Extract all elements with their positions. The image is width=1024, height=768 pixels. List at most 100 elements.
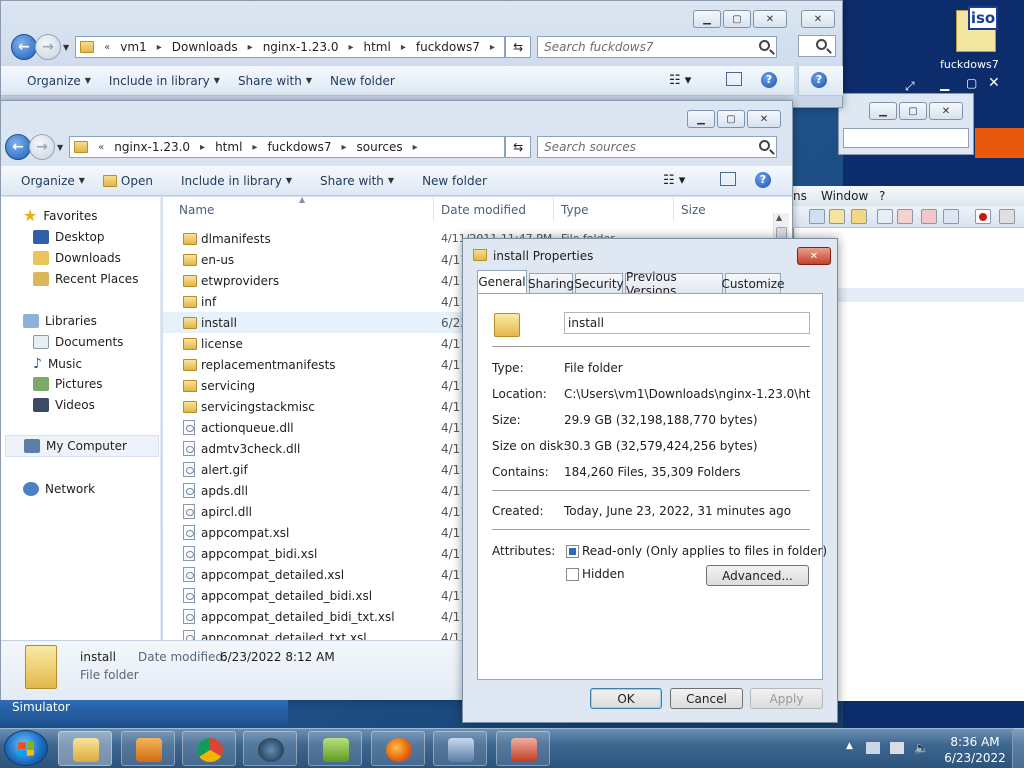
advanced-button[interactable]: Advanced... (706, 565, 809, 586)
preview-pane-icon[interactable] (726, 72, 742, 86)
refresh-icon[interactable]: ⇆ (505, 136, 532, 158)
back-arrow-icon[interactable]: ← (11, 34, 37, 60)
organize-button[interactable]: Organize ▼ (27, 74, 91, 88)
breadcrumb-item[interactable]: Downloads (172, 40, 238, 54)
taskbar-chrome[interactable] (182, 731, 236, 766)
overflow-chevron-icon[interactable]: « (104, 42, 110, 53)
help-icon[interactable]: ? (811, 72, 827, 88)
taskbar-firefox[interactable] (371, 731, 425, 766)
cancel-button[interactable]: Cancel (670, 688, 743, 709)
iso-file-icon[interactable]: iso (948, 6, 1000, 54)
tool-icon[interactable] (851, 209, 867, 224)
close-icon[interactable]: ✕ (797, 247, 831, 265)
nav-documents[interactable]: Documents (33, 335, 123, 349)
address-bar[interactable]: « vm1 ▸ Downloads ▸ nginx-1.23.0 ▸ html ▸ fu… (75, 36, 506, 58)
tab-sharing[interactable]: Sharing (528, 273, 574, 293)
forward-arrow-icon[interactable]: → (35, 34, 61, 60)
taskbar-media-player[interactable] (121, 731, 175, 766)
properties-dialog[interactable]: install Properties ✕ General Sharing Sec… (462, 238, 838, 723)
minimize-icon[interactable]: ▁ (940, 77, 949, 91)
stop-icon[interactable] (999, 209, 1015, 224)
close-icon[interactable]: ✕ (929, 102, 963, 120)
minimize-icon[interactable]: ▁ (687, 110, 715, 128)
maximize-icon[interactable]: ▢ (966, 76, 977, 90)
column-name[interactable]: Name (179, 203, 214, 217)
tool-icon[interactable] (809, 209, 825, 224)
close-icon[interactable]: ✕ (753, 10, 787, 28)
organize-button[interactable]: Organize ▼ (21, 174, 85, 188)
column-divider[interactable] (673, 197, 674, 221)
breadcrumb-item[interactable]: nginx-1.23.0 (114, 140, 190, 154)
show-desktop-button[interactable] (1012, 728, 1024, 768)
search-input[interactable]: Search fuckdows7 (537, 36, 778, 58)
close-icon[interactable]: ✕ (747, 110, 781, 128)
help-icon[interactable]: ? (761, 72, 777, 88)
breadcrumb-item[interactable]: fuckdows7 (267, 140, 331, 154)
breadcrumb-item[interactable]: fuckdows7 (416, 40, 480, 54)
view-options-icon[interactable]: ☷ ▾ (669, 73, 691, 88)
scroll-up-arrow-icon[interactable]: ▲ (776, 213, 782, 222)
open-button[interactable]: Open (102, 174, 153, 188)
taskbar-install-tool[interactable] (496, 731, 550, 766)
history-dropdown-icon[interactable]: ▼ (63, 43, 69, 52)
close-icon[interactable]: ✕ (988, 75, 1000, 91)
readonly-checkbox[interactable] (566, 545, 579, 558)
column-size[interactable]: Size (681, 203, 706, 217)
nav-favorites[interactable]: ★ Favorites (23, 208, 98, 224)
search-input[interactable] (798, 35, 836, 57)
share-with-button[interactable]: Share with ▼ (238, 74, 312, 88)
nav-recent-places[interactable]: Recent Places (33, 272, 138, 286)
maximize-icon[interactable]: ▢ (899, 102, 927, 120)
overflow-chevron-icon[interactable]: « (98, 142, 104, 153)
nav-desktop[interactable]: Desktop (33, 230, 105, 244)
simulator-window-title[interactable]: Simulator (0, 700, 288, 728)
dialog-titlebar[interactable]: install Properties ✕ (463, 239, 837, 269)
background-window[interactable]: ▁ ▢ ✕ (838, 93, 974, 155)
back-arrow-icon[interactable]: ← (5, 134, 31, 160)
nav-videos[interactable]: Videos (33, 398, 95, 412)
minimize-icon[interactable]: ▁ (869, 102, 897, 120)
taskbar-explorer[interactable] (58, 731, 112, 766)
tool-icon[interactable] (921, 209, 937, 224)
preview-pane-icon[interactable] (720, 172, 736, 186)
folder-name-input[interactable]: install (564, 312, 810, 334)
tray-expand-icon[interactable]: ▲ (846, 741, 853, 751)
ok-button[interactable]: OK (590, 688, 662, 709)
nav-my-computer[interactable]: My Computer (5, 435, 159, 457)
new-folder-button[interactable]: New folder (330, 74, 395, 88)
clock[interactable]: 8:36 AM 6/23/2022 (944, 734, 1006, 766)
taskbar-editor[interactable] (308, 731, 362, 766)
tab-customize[interactable]: Customize (722, 273, 785, 293)
address-bar[interactable]: « nginx-1.23.0 ▸ html ▸ fuckdows7 ▸ sources… (69, 136, 506, 158)
tray-action-center-icon[interactable] (890, 742, 904, 754)
new-folder-button[interactable]: New folder (422, 174, 487, 188)
background-window-field[interactable] (843, 128, 969, 148)
breadcrumb-item[interactable]: nginx-1.23.0 (263, 40, 339, 54)
explorer-window-back[interactable]: ▁ ▢ ✕ ✕ ← → ▼ « vm1 ▸ Downloads ▸ nginx-1.… (0, 0, 843, 108)
include-in-library-button[interactable]: Include in library ▼ (109, 74, 220, 88)
search-input[interactable]: Search sources (537, 136, 778, 158)
eye-icon[interactable] (943, 209, 959, 224)
maximize-icon[interactable]: ▢ (717, 110, 745, 128)
tab-previous-versions[interactable]: Previous Versions (625, 270, 723, 298)
maximize-icon[interactable]: ▢ (723, 10, 751, 28)
close-icon[interactable]: ✕ (801, 10, 835, 28)
share-with-button[interactable]: Share with ▼ (320, 174, 394, 188)
record-icon[interactable] (975, 209, 991, 224)
hidden-checkbox[interactable] (566, 568, 579, 581)
breadcrumb-item[interactable]: vm1 (120, 40, 146, 54)
include-in-library-button[interactable]: Include in library ▼ (181, 174, 292, 188)
view-options-icon[interactable]: ☷ ▾ (663, 173, 685, 188)
refresh-icon[interactable]: ⇆ (505, 36, 532, 58)
tab-security[interactable]: Security (574, 273, 624, 293)
menu-window[interactable]: Window (821, 189, 868, 203)
tool-icon[interactable] (897, 209, 913, 224)
column-divider[interactable] (433, 197, 434, 221)
help-icon[interactable]: ? (755, 172, 771, 188)
restore-icon[interactable]: ⤢ (905, 79, 915, 94)
history-dropdown-icon[interactable]: ▼ (57, 143, 63, 152)
column-type[interactable]: Type (561, 203, 589, 217)
nav-downloads[interactable]: Downloads (33, 251, 121, 265)
tab-general[interactable]: General (477, 270, 527, 293)
minimize-icon[interactable]: ▁ (693, 10, 721, 28)
